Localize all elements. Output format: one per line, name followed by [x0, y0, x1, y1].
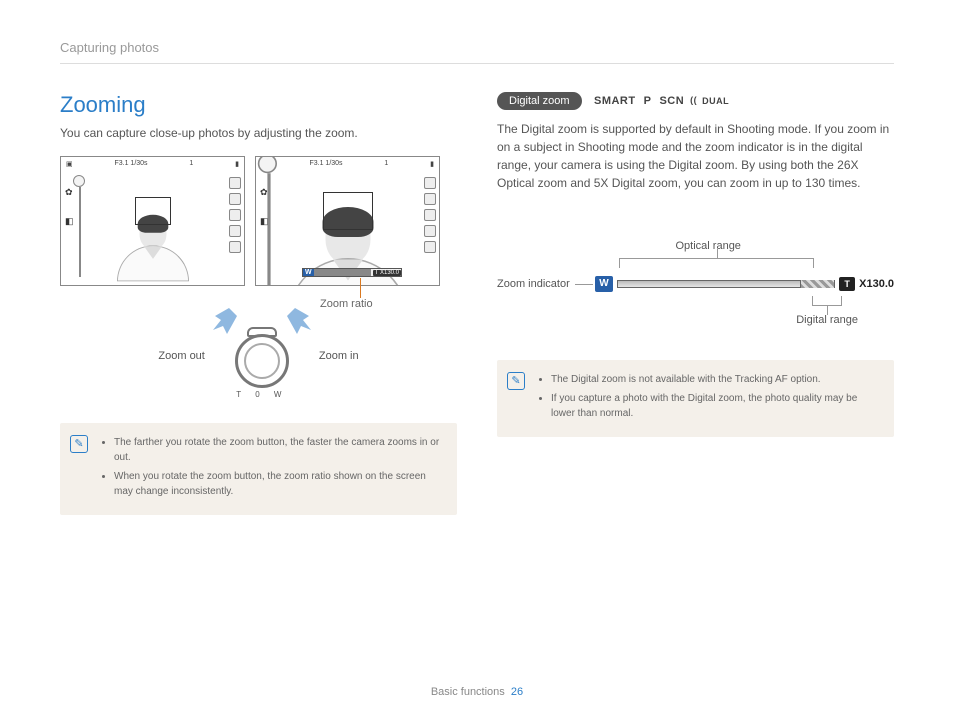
indicator-track [617, 280, 835, 288]
note-icon: ✎ [507, 372, 525, 390]
indicator-bar: W T X130.0 [595, 276, 894, 292]
side-icon [229, 193, 241, 205]
arrow-left-icon [209, 308, 239, 334]
t-marker: T [839, 277, 855, 291]
person-graphic [117, 217, 189, 282]
optical-bracket [619, 258, 814, 268]
subheading-row: Digital zoom SMART P SCN DUAL [497, 92, 894, 110]
zoom-indicator-diagram: Optical range Zoom indicator W T X130.0 … [497, 242, 894, 332]
mode-icons: SMART P SCN DUAL [594, 95, 729, 107]
streetlamp-graphic [258, 156, 280, 286]
zoom-value: X130.0 [859, 278, 894, 290]
note-item: When you rotate the zoom button, the zoo… [114, 469, 443, 499]
side-icon [424, 177, 436, 189]
arrow-right-icon [285, 308, 315, 334]
exposure-readout: F3.1 1/30s [114, 160, 147, 168]
streetlamp-graphic [73, 175, 87, 277]
note-item: The farther you rotate the zoom button, … [114, 435, 443, 465]
note-item: The Digital zoom is not available with t… [551, 372, 880, 387]
zoom-dial-diagram: Zoom out T 0 W Zoom in [60, 312, 457, 399]
side-icon [424, 225, 436, 237]
optical-range-label: Optical range [676, 240, 741, 252]
preview-screen-wide: ▣ F3.1 1/30s 1 ▮ ✿ ◧ [60, 156, 245, 286]
mode-readout: 1 [384, 160, 388, 168]
side-icons [229, 177, 241, 253]
note-icon: ✎ [70, 435, 88, 453]
focus-rectangle [135, 197, 171, 225]
digital-segment [800, 280, 834, 288]
side-icon [229, 241, 241, 253]
dial-scale: T 0 W [217, 390, 307, 399]
side-icon [229, 177, 241, 189]
digital-range-label: Digital range [796, 314, 858, 326]
digital-zoom-body: The Digital zoom is supported by default… [497, 120, 894, 192]
right-column: Digital zoom SMART P SCN DUAL The Digita… [497, 92, 894, 515]
zoom-ratio-bar: W T X130.0 [302, 268, 402, 277]
leader-line [575, 284, 593, 285]
zoom-in-label: Zoom in [319, 350, 359, 362]
page-number: 26 [511, 686, 523, 698]
mode-readout: 1 [189, 160, 193, 168]
note-box-right: ✎ The Digital zoom is not available with… [497, 360, 894, 437]
content-columns: Zooming You can capture close-up photos … [60, 92, 894, 515]
mode-dual-icon: DUAL [692, 96, 729, 106]
zoom-indicator-label: Zoom indicator [497, 278, 570, 290]
side-icon [229, 209, 241, 221]
focus-rectangle [323, 192, 373, 230]
side-icon [424, 209, 436, 221]
side-icon [424, 193, 436, 205]
zoom-bar-value: T X130.0 [373, 270, 401, 276]
zoom-ratio-pointer [360, 278, 361, 298]
page-footer: Basic functions 26 [0, 686, 954, 698]
mode-smart: SMART [594, 95, 636, 107]
screenshots-row: ▣ F3.1 1/30s 1 ▮ ✿ ◧ [60, 156, 457, 286]
digital-zoom-badge: Digital zoom [497, 92, 582, 110]
intro-text: You can capture close-up photos by adjus… [60, 124, 457, 142]
battery-icon: ▮ [430, 160, 434, 168]
note-box-left: ✎ The farther you rotate the zoom button… [60, 423, 457, 515]
battery-icon: ▮ [235, 160, 239, 168]
dial-ring [235, 334, 289, 388]
section-title: Zooming [60, 92, 457, 118]
preview-screen-zoomed: ▣ F3.1 1/30s 1 ▮ ✿ ◧ [255, 156, 440, 286]
side-icons [424, 177, 436, 253]
left-column: Zooming You can capture close-up photos … [60, 92, 457, 515]
dial-graphic: T 0 W [217, 312, 307, 399]
side-icon [229, 225, 241, 237]
mode-p: P [644, 95, 652, 107]
camera-icon: ▣ [66, 160, 73, 168]
footer-section: Basic functions [431, 686, 505, 698]
side-icon [424, 241, 436, 253]
w-marker: W [595, 276, 613, 292]
mode-scn: SCN [659, 95, 684, 107]
page-header: Capturing photos [60, 40, 894, 64]
zoom-out-label: Zoom out [158, 350, 204, 362]
screenshots-wrap: ▣ F3.1 1/30s 1 ▮ ✿ ◧ [60, 156, 457, 286]
exposure-readout: F3.1 1/30s [309, 160, 342, 168]
zoom-ratio-caption: Zoom ratio [320, 298, 373, 310]
digital-bracket [812, 296, 842, 306]
note-item: If you capture a photo with the Digital … [551, 391, 880, 421]
